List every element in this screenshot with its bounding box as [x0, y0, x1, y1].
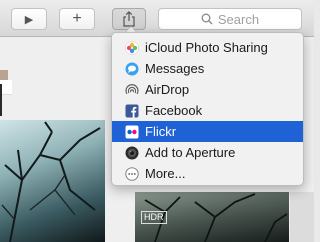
share-icon	[123, 11, 135, 27]
menu-item-flickr[interactable]: Flickr	[112, 121, 303, 142]
menu-item-label: Flickr	[145, 124, 177, 139]
search-field[interactable]: Search	[158, 8, 302, 30]
menu-item-label: More...	[145, 166, 186, 181]
hdr-badge: HDR	[141, 211, 167, 224]
menu-item-icloud-photo-sharing[interactable]: iCloud Photo Sharing	[112, 37, 303, 58]
menu-item-label: Facebook	[145, 103, 203, 118]
menu-item-facebook[interactable]: Facebook	[112, 100, 303, 121]
menu-item-label: iCloud Photo Sharing	[145, 40, 268, 55]
slideshow-button[interactable]: ▶	[11, 8, 47, 30]
facebook-icon	[125, 104, 139, 118]
plus-icon: +	[72, 10, 82, 27]
menu-item-more[interactable]: More...	[112, 163, 303, 184]
menu-item-label: AirDrop	[145, 82, 190, 97]
share-menu: iCloud Photo Sharing Messages AirDrop Fa…	[111, 32, 304, 186]
more-icon	[125, 166, 139, 181]
menu-item-airdrop[interactable]: AirDrop	[112, 79, 303, 100]
photo-thumbnail[interactable]	[0, 120, 105, 242]
menu-item-add-to-aperture[interactable]: Add to Aperture	[112, 142, 303, 163]
play-icon: ▶	[24, 13, 34, 26]
tree-branches-image	[1, 121, 101, 242]
add-button[interactable]: +	[59, 8, 95, 30]
photo-thumbnail[interactable]	[290, 192, 314, 242]
photo-thumbnail[interactable]	[0, 70, 8, 80]
menu-item-label: Add to Aperture	[145, 145, 236, 160]
messages-icon	[125, 62, 139, 76]
aperture-icon	[125, 146, 139, 160]
menu-item-label: Messages	[145, 61, 205, 76]
airdrop-icon	[125, 83, 139, 97]
photo-thumbnail[interactable]	[0, 84, 2, 116]
flickr-icon	[125, 125, 139, 139]
search-placeholder: Search	[217, 11, 260, 27]
icloud-photo-sharing-icon	[125, 40, 139, 55]
search-icon	[201, 13, 213, 25]
menu-item-messages[interactable]: Messages	[112, 58, 303, 79]
